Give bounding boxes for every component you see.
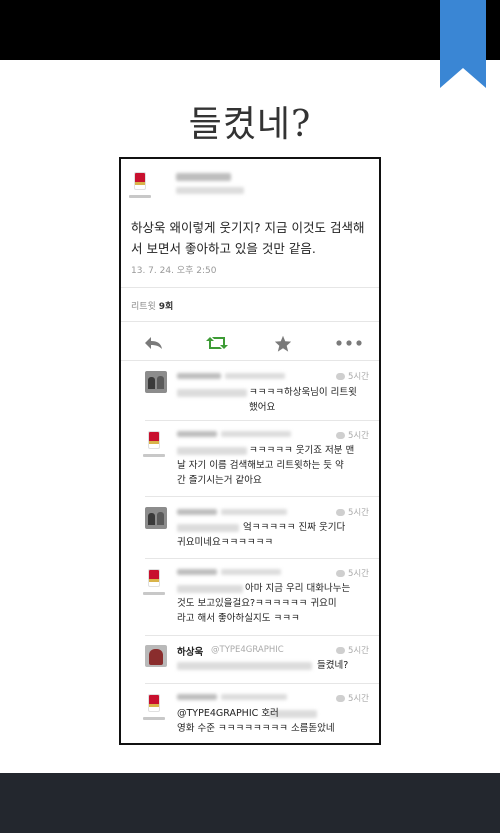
reply-time: 5시간 (335, 506, 369, 518)
headline: 들켰네? (188, 104, 312, 145)
avatar-caption (143, 592, 165, 595)
reply-item[interactable]: 5시간 엌ㅋㅋㅋㅋㅋ 진짜 웃기다 귀요미네요ㅋㅋㅋㅋㅋㅋ (121, 497, 379, 558)
retweet-count[interactable]: 리트윗 9회 (131, 299, 173, 312)
reply-avatar[interactable] (145, 507, 167, 529)
retweet-number: 9회 (158, 302, 174, 312)
tweet-text: 하상욱 왜이렇게 웃기지? 지금 이것도 검색해서 보면서 좋아하고 있을 것만… (131, 220, 365, 256)
reply-text: 엌ㅋㅋㅋㅋㅋ 진짜 웃기다 귀요미네요ㅋㅋㅋㅋㅋㅋ (177, 522, 346, 548)
reply-item[interactable]: 5시간 ㅋㅋㅋㅋ하상욱님이 리트윗 했어요 (121, 361, 379, 420)
favorite-icon[interactable] (271, 333, 295, 353)
reply-handle-blurred (221, 569, 281, 575)
reply-handle-blurred (225, 373, 285, 379)
reply-avatar[interactable] (148, 569, 160, 587)
reply-name-blurred[interactable] (177, 569, 217, 575)
reply-name-blurred[interactable] (177, 431, 217, 437)
bottom-bar (0, 773, 500, 833)
reply-time: 5시간 (335, 429, 369, 441)
reply-author-handle[interactable]: @TYPE4GRAPHIC (211, 645, 284, 655)
reply-handle-blurred (221, 694, 287, 700)
mention-blurred (177, 662, 312, 670)
avatar-caption (143, 717, 165, 720)
reply-avatar[interactable] (145, 645, 167, 667)
avatar-caption (143, 454, 165, 457)
top-bar (0, 0, 500, 60)
reply-avatar[interactable] (145, 371, 167, 393)
reply-name-blurred[interactable] (177, 694, 217, 700)
reply-text: 들켰네? (317, 660, 349, 671)
reply-text: ㅋㅋㅋㅋㅋ 웃기죠 저분 맨 날 자기 이름 검색해보고 리트윗하는 듯 약 간… (177, 445, 355, 486)
more-icon[interactable] (335, 333, 363, 353)
reply-name-blurred[interactable] (177, 509, 217, 515)
reply-time: 5시간 (335, 567, 369, 579)
reply-avatar[interactable] (148, 694, 160, 712)
author-handle-blurred (176, 187, 244, 194)
author-name-blurred[interactable] (176, 173, 231, 181)
reply-handle-blurred (221, 509, 287, 515)
reply-time: 5시간 (335, 644, 369, 656)
reply-item[interactable]: 5시간 아마 지금 우리 대화나누는 것도 보고있을걸요?ㅋㅋㅋㅋㅋㅋ 귀요미 … (121, 559, 379, 635)
bookmark-ribbon-icon (440, 0, 486, 88)
retweet-icon[interactable] (205, 333, 229, 353)
avatar-caption (129, 195, 151, 198)
tweet-screenshot: 하상욱 왜이렇게 웃기지? 지금 이것도 검색해서 보면서 좋아하고 있을 것만… (119, 157, 381, 745)
reply-text: 아마 지금 우리 대화나누는 것도 보고있을걸요?ㅋㅋㅋㅋㅋㅋ 귀요미 라고 해… (177, 583, 351, 624)
reply-text: @TYPE4GRAPHIC 호러 영화 수준 ㅋㅋㅋㅋㅋㅋㅋㅋ 소름돋았네 (177, 708, 335, 734)
reply-item[interactable]: 하상욱 @TYPE4GRAPHIC 5시간 들켰네? (121, 636, 379, 683)
reply-name-blurred[interactable] (177, 373, 221, 379)
tweet-timestamp: 13. 7. 24. 오후 2:50 (131, 266, 217, 276)
reply-avatar[interactable] (148, 431, 160, 449)
author-avatar[interactable] (134, 172, 146, 190)
reply-item[interactable]: 5시간 @TYPE4GRAPHIC 호러 영화 수준 ㅋㅋㅋㅋㅋㅋㅋㅋ 소름돋았… (121, 684, 379, 743)
retweet-label: 리트윗 (131, 302, 156, 312)
reply-item[interactable]: 5시간 ㅋㅋㅋㅋㅋ 웃기죠 저분 맨 날 자기 이름 검색해보고 리트윗하는 듯… (121, 421, 379, 496)
reply-time: 5시간 (335, 370, 369, 382)
reply-handle-blurred (221, 431, 291, 437)
reply-icon[interactable] (141, 333, 165, 353)
reply-text: ㅋㅋㅋㅋ하상욱님이 리트윗 했어요 (249, 387, 357, 413)
reply-time: 5시간 (335, 692, 369, 704)
reply-author-name[interactable]: 하상욱 (177, 644, 203, 658)
